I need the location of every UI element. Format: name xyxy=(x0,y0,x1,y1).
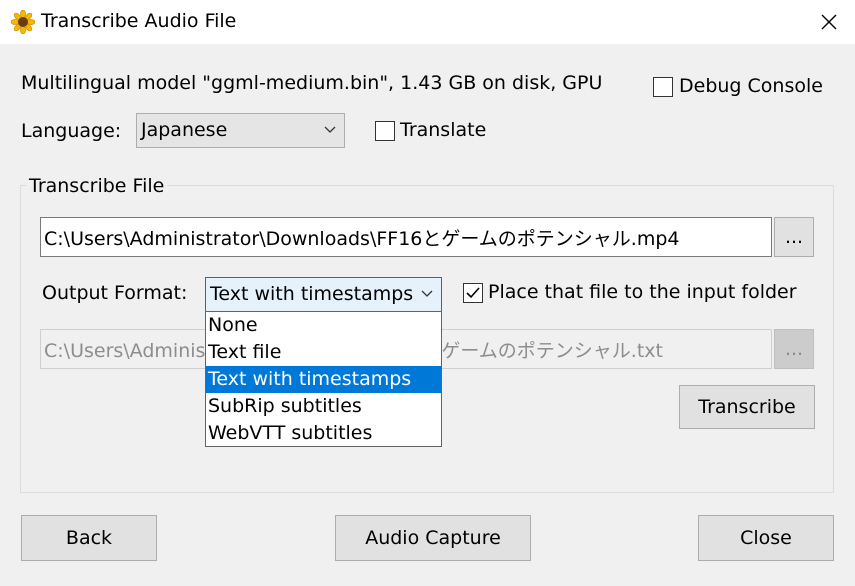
back-button[interactable]: Back xyxy=(21,515,157,561)
close-icon[interactable] xyxy=(812,6,846,38)
audio-capture-button[interactable]: Audio Capture xyxy=(335,515,531,561)
transcribe-button-label: Transcribe xyxy=(698,396,796,418)
checkmark-icon xyxy=(466,287,480,299)
place-in-input-folder-checkbox[interactable] xyxy=(463,283,483,303)
sunflower-icon xyxy=(11,10,35,34)
close-button-label: Close xyxy=(740,527,792,549)
audio-capture-button-label: Audio Capture xyxy=(365,527,501,549)
chevron-down-icon xyxy=(421,290,433,297)
browse-input-label: ... xyxy=(784,226,804,248)
chevron-down-icon xyxy=(324,126,336,133)
translate-label[interactable]: Translate xyxy=(400,119,486,141)
debug-console-label[interactable]: Debug Console xyxy=(679,75,823,97)
dropdown-option-webvtt-subtitles[interactable]: WebVTT subtitles xyxy=(206,420,441,447)
back-button-label: Back xyxy=(65,527,113,549)
debug-console-checkbox[interactable] xyxy=(653,77,673,97)
language-select[interactable]: Japanese xyxy=(136,113,345,148)
output-format-select[interactable]: Text with timestamps xyxy=(205,277,442,312)
transcribe-button[interactable]: Transcribe xyxy=(679,385,815,429)
transcribe-file-group-title: Transcribe File xyxy=(26,175,168,197)
model-info-label: Multilingual model "ggml-medium.bin", 1.… xyxy=(21,72,603,94)
dropdown-option-subrip-subtitles[interactable]: SubRip subtitles xyxy=(206,393,441,420)
dropdown-option-text-with-timestamps[interactable]: Text with timestamps xyxy=(206,366,441,393)
input-file-path: C:\Users\Administrator\Downloads\FF16とゲー… xyxy=(44,227,680,250)
output-format-dropdown[interactable]: None Text file Text with timestamps SubR… xyxy=(205,311,442,447)
title-bar: Transcribe Audio File xyxy=(0,0,855,44)
window-title: Transcribe Audio File xyxy=(41,10,237,32)
language-value: Japanese xyxy=(141,119,228,141)
dropdown-option-text-file[interactable]: Text file xyxy=(206,339,441,366)
translate-checkbox[interactable] xyxy=(375,121,395,141)
language-label: Language: xyxy=(21,120,122,142)
place-in-input-folder-label[interactable]: Place that file to the input folder xyxy=(488,281,797,303)
output-format-label: Output Format: xyxy=(42,282,188,304)
browse-input-button[interactable]: ... xyxy=(774,217,814,257)
dropdown-option-none[interactable]: None xyxy=(206,312,441,339)
browse-output-label: ... xyxy=(784,338,804,360)
output-format-value: Text with timestamps xyxy=(210,283,414,305)
browse-output-button: ... xyxy=(774,329,814,369)
input-file-field[interactable]: C:\Users\Administrator\Downloads\FF16とゲー… xyxy=(40,217,772,257)
close-button[interactable]: Close xyxy=(698,515,834,561)
